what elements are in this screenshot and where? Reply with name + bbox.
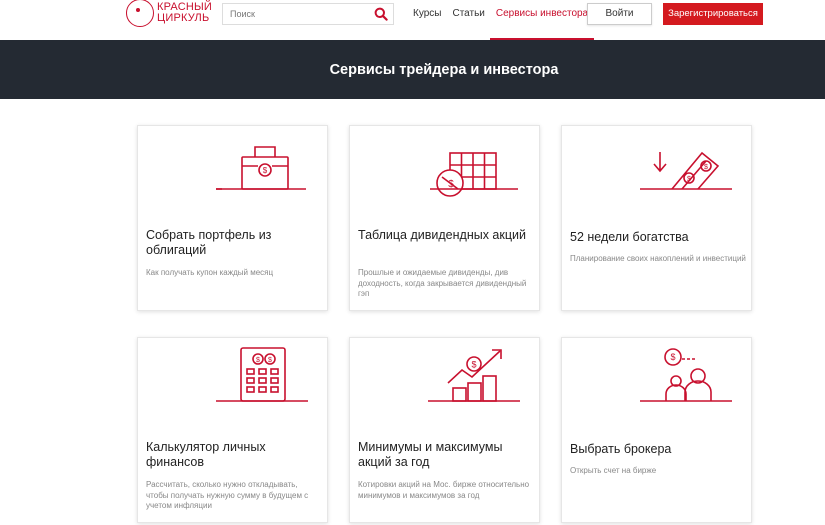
logo[interactable]: КРАСНЫЙ ЦИРКУЛЬ bbox=[126, 0, 216, 28]
card-description: Рассчитать, сколько нужно откладывать, ч… bbox=[146, 480, 309, 510]
search-icon[interactable] bbox=[374, 7, 388, 21]
card-dividend-table[interactable]: $ Таблица дивидендных акций Прошлые и ож… bbox=[349, 125, 540, 311]
card-description: Открыть счет на бирже bbox=[570, 466, 657, 475]
nav-investor-services[interactable]: Сервисы инвестора bbox=[489, 0, 595, 40]
card-title: Собрать портфель из облигаций bbox=[146, 228, 272, 257]
svg-text:$: $ bbox=[263, 166, 268, 175]
card-52-weeks[interactable]: $ $ 52 недели богатства Планирование сво… bbox=[561, 125, 752, 311]
card-description: Котировки акций на Мос. бирже относитель… bbox=[358, 480, 530, 500]
svg-text:$: $ bbox=[471, 360, 476, 370]
main-nav: Курсы Статьи Сервисы инвестора bbox=[413, 0, 599, 40]
money-arrow-icon: $ $ bbox=[562, 126, 751, 221]
page-banner: Сервисы трейдера и инвестора bbox=[0, 40, 825, 99]
svg-text:$: $ bbox=[704, 164, 708, 171]
card-title: Минимумы и максимумы акций за год bbox=[358, 440, 503, 469]
svg-text:$: $ bbox=[670, 352, 675, 362]
calculator-icon: $ $ bbox=[138, 338, 327, 433]
nav-courses[interactable]: Курсы bbox=[413, 0, 441, 27]
card-title: Таблица дивидендных акций bbox=[358, 228, 526, 242]
card-title: 52 недели богатства bbox=[570, 230, 689, 244]
register-button[interactable]: Зарегистрироваться bbox=[663, 3, 763, 25]
card-description: Как получать купон каждый месяц bbox=[146, 268, 274, 277]
svg-text:$: $ bbox=[268, 357, 272, 364]
card-bond-portfolio[interactable]: $ Собрать портфель из облигаций Как полу… bbox=[137, 125, 328, 311]
briefcase-icon: $ bbox=[138, 126, 327, 221]
card-description: Планирование своих накоплений и инвестиц… bbox=[570, 254, 746, 263]
login-button[interactable]: Войти bbox=[587, 3, 652, 25]
table-coin-icon: $ bbox=[350, 126, 539, 221]
page-title: Сервисы трейдера и инвестора bbox=[329, 62, 559, 78]
search-input[interactable] bbox=[223, 4, 363, 24]
site-header: КРАСНЫЙ ЦИРКУЛЬ Курсы Статьи Сервисы инв… bbox=[0, 0, 825, 40]
growth-chart-icon: $ bbox=[350, 338, 539, 433]
broker-people-icon: $ bbox=[562, 338, 751, 433]
nav-articles[interactable]: Статьи bbox=[452, 0, 484, 27]
logo-circle-icon bbox=[126, 0, 154, 27]
card-min-max[interactable]: $ Минимумы и максимумы акций за год Коти… bbox=[349, 337, 540, 523]
card-title: Выбрать брокера bbox=[570, 442, 672, 456]
logo-text: КРАСНЫЙ ЦИРКУЛЬ bbox=[157, 2, 212, 24]
search-box bbox=[222, 3, 394, 25]
card-choose-broker[interactable]: $ Выбрать брокера Открыть счет на бирже bbox=[561, 337, 752, 523]
svg-text:$: $ bbox=[687, 176, 691, 183]
card-description: Прошлые и ожидаемые дивиденды, див доход… bbox=[358, 268, 527, 298]
card-finance-calculator[interactable]: $ $ Калькулятор личных финансов Рассчита… bbox=[137, 337, 328, 523]
card-title: Калькулятор личных финансов bbox=[146, 440, 266, 469]
svg-text:$: $ bbox=[256, 357, 260, 364]
logo-line-2: ЦИРКУЛЬ bbox=[157, 12, 210, 24]
